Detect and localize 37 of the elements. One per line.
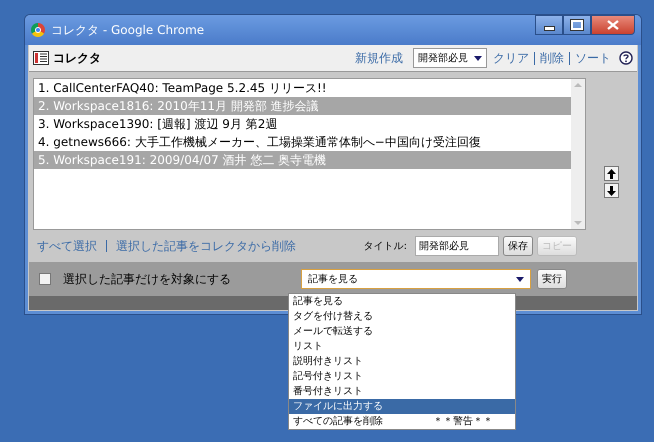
toolbar-link[interactable]: ソート <box>575 50 611 66</box>
move-up-button[interactable] <box>604 166 619 181</box>
warning-note: ＊＊警告＊＊ <box>433 414 493 429</box>
close-icon <box>607 20 619 30</box>
move-down-button[interactable] <box>604 183 619 198</box>
article-item[interactable]: 4. getnews666: 大手工作機械メーカー、工場操業通常体制へ−中国向け受注回復 <box>34 133 571 151</box>
title-field[interactable]: 開発部必見 <box>415 236 499 256</box>
maximize-button[interactable] <box>563 15 591 35</box>
article-item[interactable]: 3. Workspace1390: [週報] 渡辺 9月 第2週 <box>34 115 571 133</box>
execute-button[interactable]: 実行 <box>537 269 567 289</box>
menu-option[interactable]: 記号付きリスト <box>289 369 515 384</box>
list-icon <box>33 51 49 65</box>
help-icon[interactable] <box>619 51 633 65</box>
save-button[interactable]: 保存 <box>503 236 533 256</box>
menu-option[interactable]: ファイルに出力する <box>289 399 515 414</box>
checkbox-label: 選択した記事だけを対象にする <box>63 270 232 288</box>
menu-option[interactable]: リスト <box>289 339 515 354</box>
menu-option[interactable]: メールで転送する <box>289 324 515 339</box>
title-label: タイトル: <box>364 240 407 253</box>
collection-dropdown[interactable]: 開発部必見 <box>413 48 487 68</box>
window-title: コレクタ - Google Chrome <box>51 22 206 38</box>
menu-option[interactable]: 説明付きリスト <box>289 354 515 369</box>
minimize-button[interactable] <box>535 15 563 35</box>
menu-option[interactable]: すべての記事を削除 ＊＊警告＊＊ <box>289 414 515 429</box>
only-selected-checkbox[interactable] <box>39 273 51 285</box>
browser-logo-icon <box>31 23 45 37</box>
action-dropdown[interactable]: 記事を見る <box>301 269 531 289</box>
article-item[interactable]: 1. CallCenterFAQ40: TeamPage 5.2.45 リリース!! <box>34 79 571 97</box>
scrollbar[interactable] <box>571 79 585 229</box>
menu-option[interactable]: タグを付け替える <box>289 309 515 324</box>
new-link[interactable]: 新規作成 <box>355 50 403 66</box>
close-button[interactable] <box>591 15 635 35</box>
toolbar-link[interactable]: クリア <box>493 50 529 66</box>
toolbar-link[interactable]: 削除 <box>540 50 564 66</box>
menu-option[interactable]: 番号付きリスト <box>289 384 515 399</box>
option-label: すべての記事を削除 <box>293 414 384 429</box>
app-title: コレクタ <box>53 50 101 66</box>
